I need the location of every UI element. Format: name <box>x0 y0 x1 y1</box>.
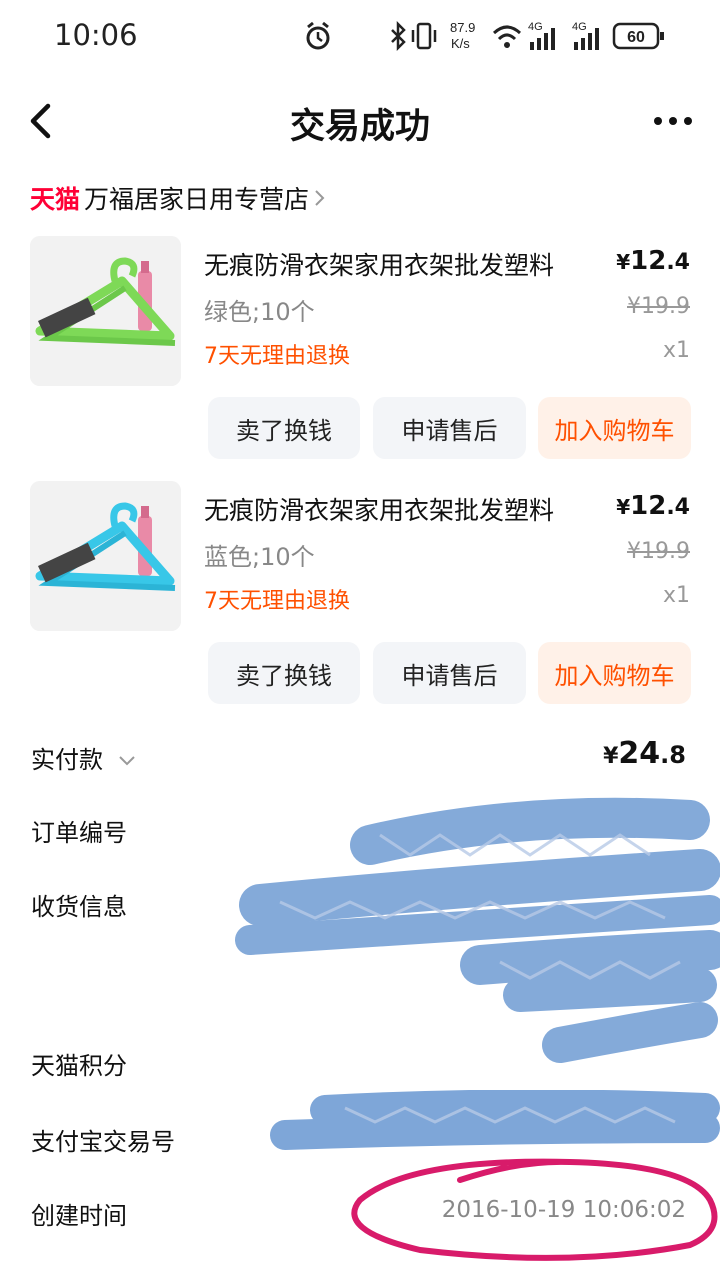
after-sale-button[interactable]: 申请售后 <box>373 397 526 459</box>
after-sale-button[interactable]: 申请售后 <box>373 642 526 704</box>
return-policy-badge: 7天无理由退换 <box>204 589 350 614</box>
add-to-cart-button[interactable]: 加入购物车 <box>538 397 691 459</box>
shipping-info-label: 收货信息 <box>31 893 127 921</box>
product-title[interactable]: 无痕防滑衣架家用衣架批发塑料 <box>204 246 554 282</box>
more-icon[interactable] <box>648 106 698 136</box>
sell-button[interactable]: 卖了换钱 <box>208 397 360 459</box>
product-thumbnail[interactable] <box>30 481 181 631</box>
original-price: ¥19.9 <box>627 539 690 564</box>
battery-level: 60 <box>627 29 645 46</box>
battery-icon: 60 <box>612 22 664 50</box>
paid-amount-value: ¥24.8 <box>603 736 686 771</box>
price-currency: ¥ <box>616 495 631 519</box>
created-time-label: 创建时间 <box>31 1202 127 1230</box>
price-currency: ¥ <box>616 250 631 274</box>
sell-button[interactable]: 卖了换钱 <box>208 642 360 704</box>
store-link[interactable]: 天猫 万福居家日用专营店 <box>30 176 327 220</box>
net-speed-unit: K/s <box>451 36 470 51</box>
wifi-icon <box>492 25 522 48</box>
price-int: 12 <box>630 491 667 521</box>
redaction-scribble <box>235 797 720 1063</box>
price-dec: .4 <box>666 495 690 520</box>
chevron-down-icon <box>118 756 135 766</box>
product-spec: 蓝色;10个 <box>204 543 315 571</box>
signal-1-label: 4G <box>528 21 543 33</box>
product-spec: 绿色;10个 <box>204 298 315 326</box>
alipay-trade-no-label: 支付宝交易号 <box>31 1128 175 1156</box>
product-price: ¥12.4 <box>616 491 690 521</box>
signal-2-label: 4G <box>572 21 587 33</box>
net-speed-value: 87.9 <box>450 20 475 35</box>
product-quantity: x1 <box>662 583 690 608</box>
paid-int: 24 <box>618 736 661 771</box>
original-price: ¥19.9 <box>627 294 690 319</box>
product-price: ¥12.4 <box>616 246 690 276</box>
product-thumbnail[interactable] <box>30 236 181 386</box>
paid-currency: ¥ <box>603 744 619 769</box>
paid-label-text: 实付款 <box>31 746 103 774</box>
product-quantity: x1 <box>662 338 690 363</box>
status-bar: 10:06 87.9 K/s 4G 4G 60 <box>0 0 720 70</box>
order-number-label: 订单编号 <box>31 819 127 847</box>
top-nav: 交易成功 <box>0 82 720 162</box>
paid-dec: .8 <box>660 741 686 769</box>
hanger-image <box>30 481 181 631</box>
tmall-points-label: 天猫积分 <box>31 1052 127 1080</box>
bluetooth-icon <box>391 20 406 52</box>
price-int: 12 <box>630 246 667 276</box>
alarm-icon <box>306 21 330 50</box>
product-item: 无痕防滑衣架家用衣架批发塑料 蓝色;10个 7天无理由退换 ¥12.4 ¥19.… <box>0 481 720 711</box>
store-name: 万福居家日用专营店 <box>84 185 310 214</box>
add-to-cart-button[interactable]: 加入购物车 <box>538 642 691 704</box>
status-time: 10:06 <box>54 18 138 52</box>
return-policy-badge: 7天无理由退换 <box>204 344 350 369</box>
product-title[interactable]: 无痕防滑衣架家用衣架批发塑料 <box>204 491 554 527</box>
product-item: 无痕防滑衣架家用衣架批发塑料 绿色;10个 7天无理由退换 ¥12.4 ¥19.… <box>0 236 720 466</box>
vibrate-icon <box>411 22 437 50</box>
status-icons: 87.9 K/s 4G 4G 60 <box>306 20 664 52</box>
hanger-image <box>30 236 181 386</box>
page-title: 交易成功 <box>289 107 430 147</box>
annotation-circle <box>351 1158 718 1261</box>
tmall-logo: 天猫 <box>30 185 81 214</box>
price-dec: .4 <box>666 250 690 275</box>
paid-amount-label[interactable]: 实付款 <box>31 740 137 775</box>
chevron-right-icon <box>315 190 325 206</box>
